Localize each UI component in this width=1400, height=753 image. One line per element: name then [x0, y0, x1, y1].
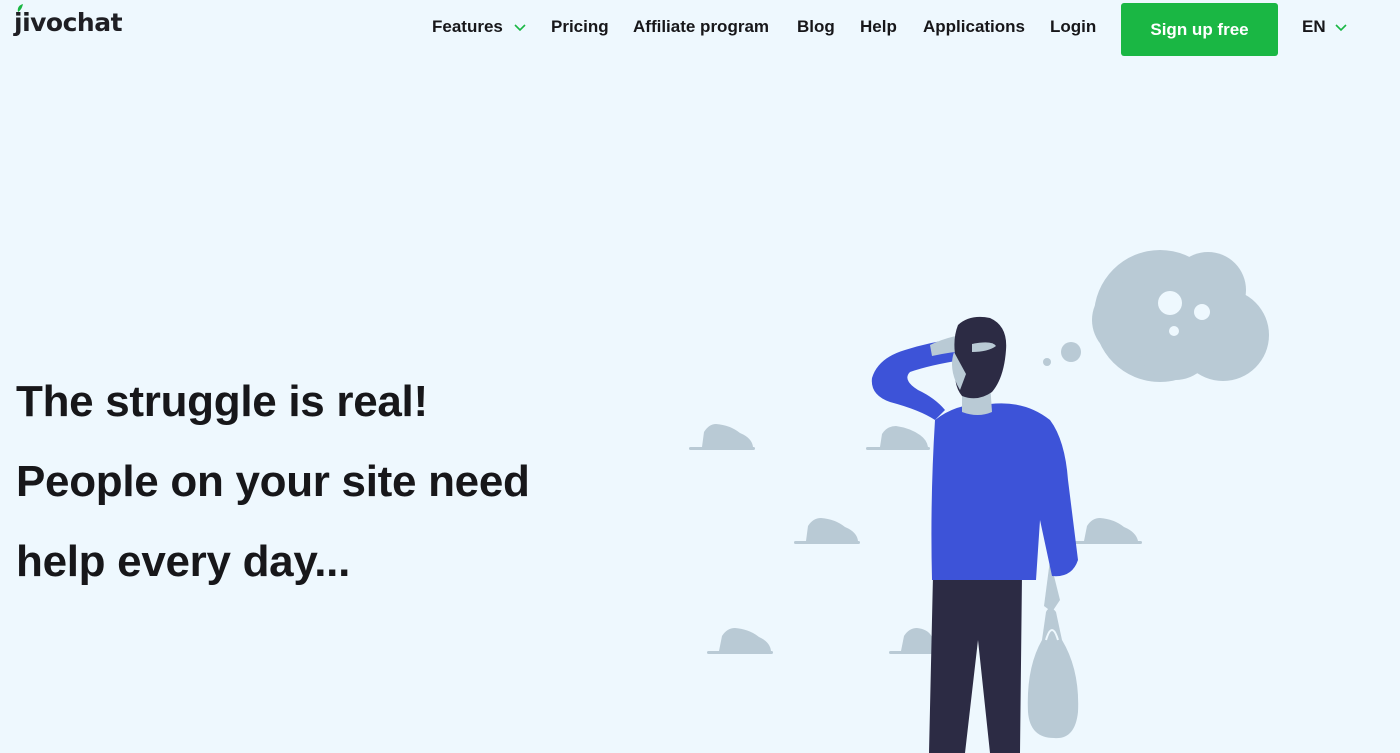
shoe-print-icon	[1073, 518, 1142, 544]
shoe-print-icon	[794, 518, 860, 544]
person-figure	[871, 316, 1079, 753]
shoe-print-icon	[689, 424, 755, 450]
shoe-print-icon	[889, 628, 935, 654]
shoe-print-icon	[866, 426, 930, 450]
shoe-print-icon	[707, 628, 773, 654]
hero-illustration	[689, 250, 1269, 753]
thought-bubble	[1043, 250, 1269, 382]
